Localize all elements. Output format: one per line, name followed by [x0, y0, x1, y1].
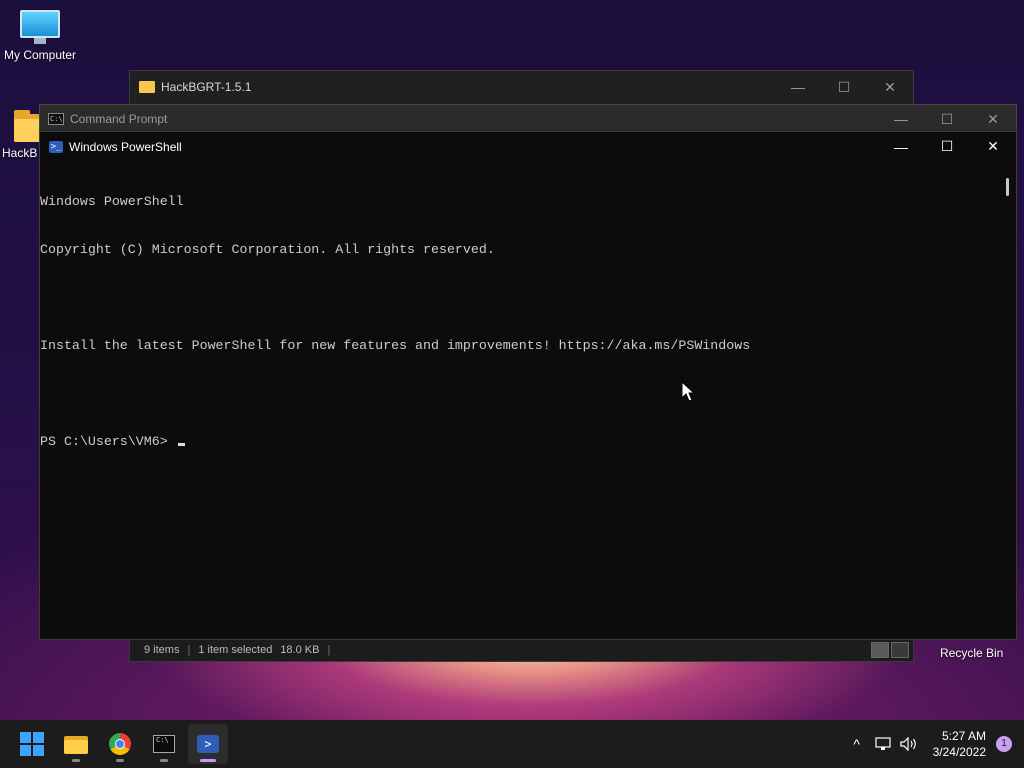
desktop-icon-label: HackB	[2, 146, 38, 160]
desktop-icon-hackbgrt[interactable]: HackB	[0, 110, 40, 160]
powershell-window[interactable]: >_ Windows PowerShell — ☐ ✕ Windows Powe…	[39, 131, 1017, 640]
command-prompt-window[interactable]: C:\ Command Prompt — ☐ ✕	[39, 104, 1017, 134]
close-button[interactable]: ✕	[970, 104, 1016, 134]
chrome-icon	[109, 733, 131, 755]
running-indicator	[200, 759, 216, 762]
clock-time: 5:27 AM	[941, 729, 986, 743]
console-prompt-line[interactable]: PS C:\Users\VM6>	[40, 434, 998, 450]
console-line: Windows PowerShell	[40, 194, 184, 209]
large-icons-view-icon[interactable]	[891, 642, 909, 658]
command-prompt-icon: C:\	[153, 735, 175, 753]
mouse-pointer-icon	[681, 380, 696, 402]
start-button[interactable]	[12, 724, 52, 764]
status-size: 18.0 KB	[280, 644, 320, 656]
desktop-icon-my-computer[interactable]: My Computer	[0, 10, 80, 62]
recycle-bin-label[interactable]: Recycle Bin	[940, 646, 1003, 660]
notification-badge[interactable]: 1	[996, 736, 1012, 752]
minimize-button[interactable]: —	[775, 72, 821, 102]
close-button[interactable]: ✕	[867, 72, 913, 102]
minimize-button[interactable]: —	[878, 132, 924, 162]
folder-icon	[14, 110, 40, 142]
status-bar: 9 items | 1 item selected 18.0 KB |	[130, 639, 913, 661]
window-title: HackBGRT-1.5.1	[161, 80, 252, 94]
taskbar-chrome[interactable]	[100, 724, 140, 764]
vertical-scrollbar[interactable]	[998, 162, 1016, 639]
taskbar-powershell[interactable]: >	[188, 724, 228, 764]
taskbar-command-prompt[interactable]: C:\	[144, 724, 184, 764]
clock[interactable]: 5:27 AM 3/24/2022	[933, 728, 986, 760]
powershell-icon: >	[197, 735, 219, 753]
start-icon	[20, 732, 44, 756]
maximize-button[interactable]: ☐	[924, 104, 970, 134]
system-tray: ^ 5:27 AM 3/24/2022 1	[843, 728, 1024, 760]
details-view-icon[interactable]	[871, 642, 889, 658]
window-title: Command Prompt	[70, 112, 168, 126]
network-icon[interactable]	[871, 732, 895, 756]
file-explorer-icon	[64, 734, 88, 754]
clock-date: 3/24/2022	[932, 745, 986, 759]
console-prompt: PS C:\Users\VM6>	[40, 434, 176, 449]
running-indicator	[116, 759, 124, 762]
folder-icon	[139, 81, 155, 93]
text-cursor	[177, 443, 185, 446]
powershell-icon: >_	[49, 140, 63, 153]
running-indicator	[160, 759, 168, 762]
close-button[interactable]: ✕	[970, 132, 1016, 162]
powershell-title-bar[interactable]: >_ Windows PowerShell — ☐ ✕	[40, 132, 1016, 161]
console-line: Install the latest PowerShell for new fe…	[40, 338, 751, 353]
maximize-button[interactable]: ☐	[821, 72, 867, 102]
running-indicator	[72, 759, 80, 762]
status-separator: |	[327, 644, 331, 656]
console-output[interactable]: Windows PowerShell Copyright (C) Microso…	[40, 162, 998, 639]
taskbar-file-explorer[interactable]	[56, 724, 96, 764]
explorer-title-bar[interactable]: HackBGRT-1.5.1 — ☐ ✕	[130, 71, 913, 103]
maximize-button[interactable]: ☐	[924, 132, 970, 162]
status-selected: 1 item selected	[198, 644, 273, 656]
status-item-count: 9 items	[144, 644, 180, 656]
monitor-icon	[20, 10, 60, 44]
taskbar: C:\ > ^ 5:27 AM 3/24/2022 1	[0, 720, 1024, 768]
window-title: Windows PowerShell	[69, 139, 182, 154]
console-line: Copyright (C) Microsoft Corporation. All…	[40, 242, 495, 257]
minimize-button[interactable]: —	[878, 104, 924, 134]
show-hidden-icons-chevron-icon[interactable]: ^	[845, 732, 869, 756]
volume-icon[interactable]	[897, 732, 921, 756]
desktop-icon-label: My Computer	[3, 48, 77, 62]
command-prompt-icon: C:\	[48, 113, 64, 125]
scrollbar-thumb[interactable]	[1006, 178, 1009, 196]
